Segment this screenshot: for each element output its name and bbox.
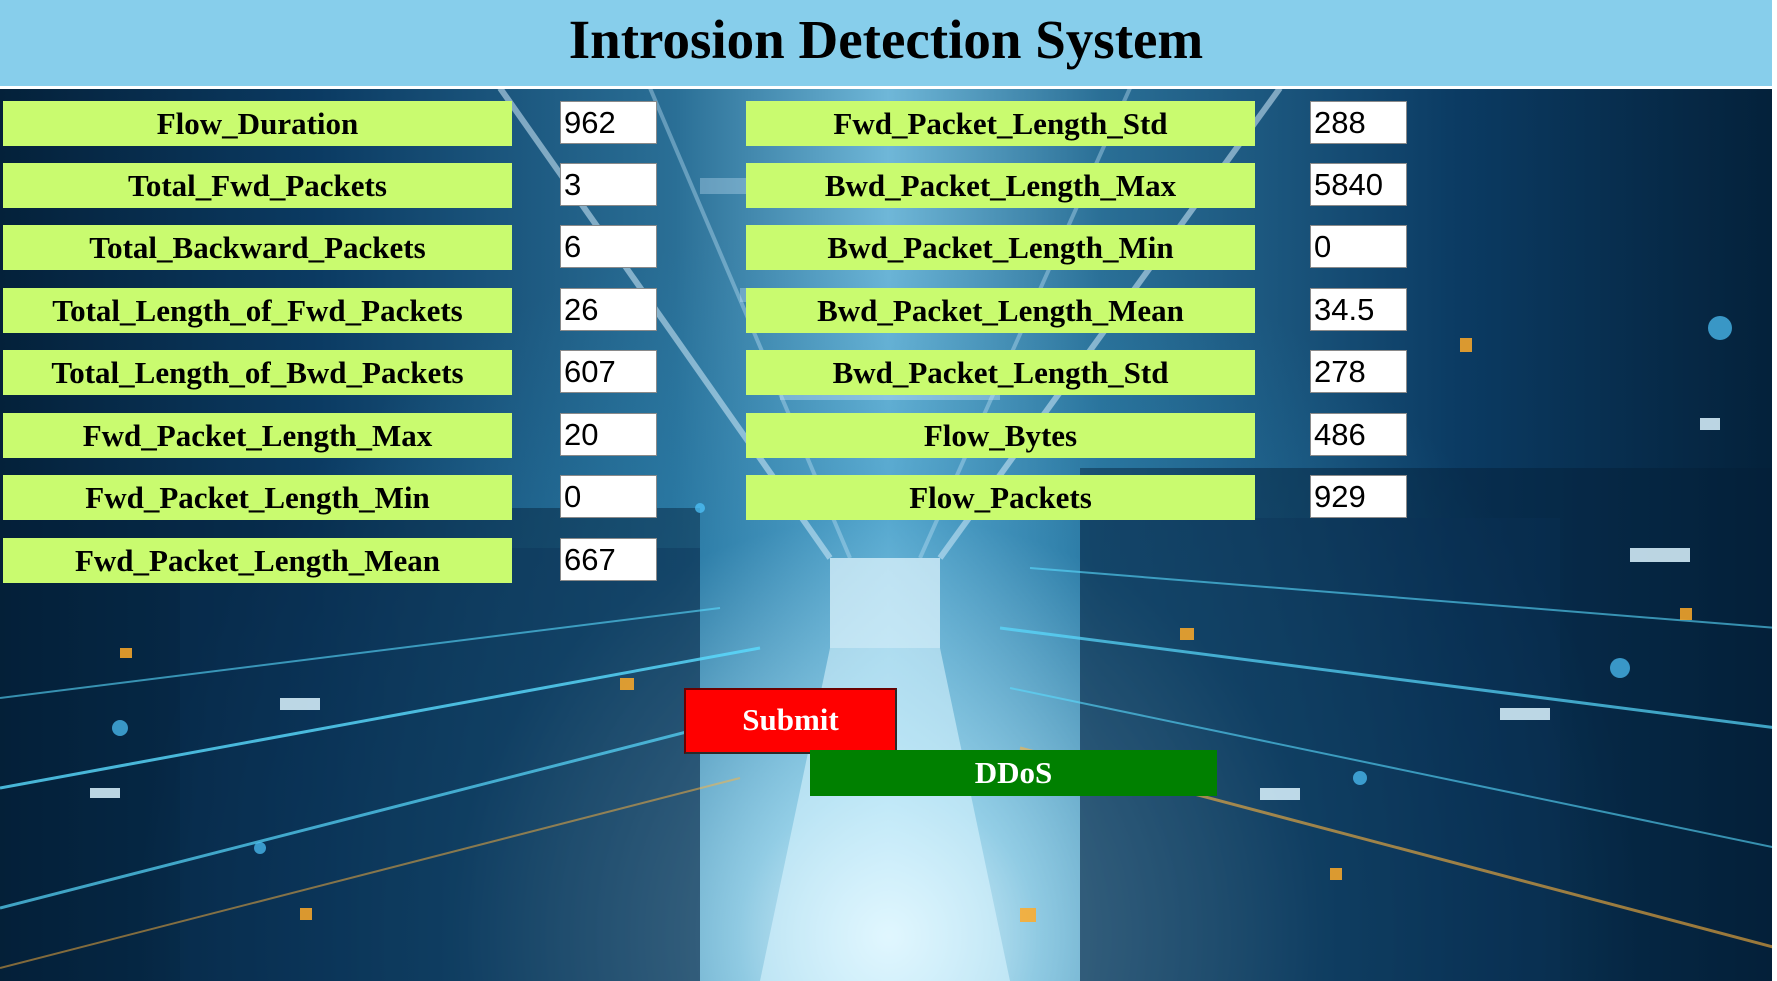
input-bwd-packet-length-max[interactable]: 5840 [1310,163,1407,206]
input-fwd-packet-length-max[interactable]: 20 [560,413,657,456]
label-fwd-packet-length-max: Fwd_Packet_Length_Max [3,413,512,458]
input-fwd-packet-length-min[interactable]: 0 [560,475,657,518]
label-fwd-packet-length-mean: Fwd_Packet_Length_Mean [3,538,512,583]
submit-button[interactable]: Submit [684,688,897,754]
label-bwd-packet-length-mean: Bwd_Packet_Length_Mean [746,288,1255,333]
input-total-fwd-packets[interactable]: 3 [560,163,657,206]
input-fwd-packet-length-mean[interactable]: 667 [560,538,657,581]
input-total-length-fwd-packets[interactable]: 26 [560,288,657,331]
label-bwd-packet-length-max: Bwd_Packet_Length_Max [746,163,1255,208]
input-total-backward-packets[interactable]: 6 [560,225,657,268]
label-total-length-fwd-packets: Total_Length_of_Fwd_Packets [3,288,512,333]
label-bwd-packet-length-min: Bwd_Packet_Length_Min [746,225,1255,270]
input-flow-duration[interactable]: 962 [560,101,657,144]
input-total-length-bwd-packets[interactable]: 607 [560,350,657,393]
input-bwd-packet-length-min[interactable]: 0 [1310,225,1407,268]
input-flow-packets[interactable]: 929 [1310,475,1407,518]
label-flow-bytes: Flow_Bytes [746,413,1255,458]
label-total-backward-packets: Total_Backward_Packets [3,225,512,270]
label-fwd-packet-length-min: Fwd_Packet_Length_Min [3,475,512,520]
label-bwd-packet-length-std: Bwd_Packet_Length_Std [746,350,1255,395]
label-total-length-bwd-packets: Total_Length_of_Bwd_Packets [3,350,512,395]
label-flow-packets: Flow_Packets [746,475,1255,520]
prediction-result: DDoS [810,750,1217,796]
input-bwd-packet-length-std[interactable]: 278 [1310,350,1407,393]
input-fwd-packet-length-std[interactable]: 288 [1310,101,1407,144]
label-total-fwd-packets: Total_Fwd_Packets [3,163,512,208]
label-flow-duration: Flow_Duration [3,101,512,146]
label-fwd-packet-length-std: Fwd_Packet_Length_Std [746,101,1255,146]
window-edge [1772,0,1777,981]
input-bwd-packet-length-mean[interactable]: 34.5 [1310,288,1407,331]
page-title: Introsion Detection System [568,9,1204,70]
background-decoration [0,88,1777,981]
input-flow-bytes[interactable]: 486 [1310,413,1407,456]
page-header: Introsion Detection System [0,0,1772,89]
server-room-background [0,88,1777,981]
